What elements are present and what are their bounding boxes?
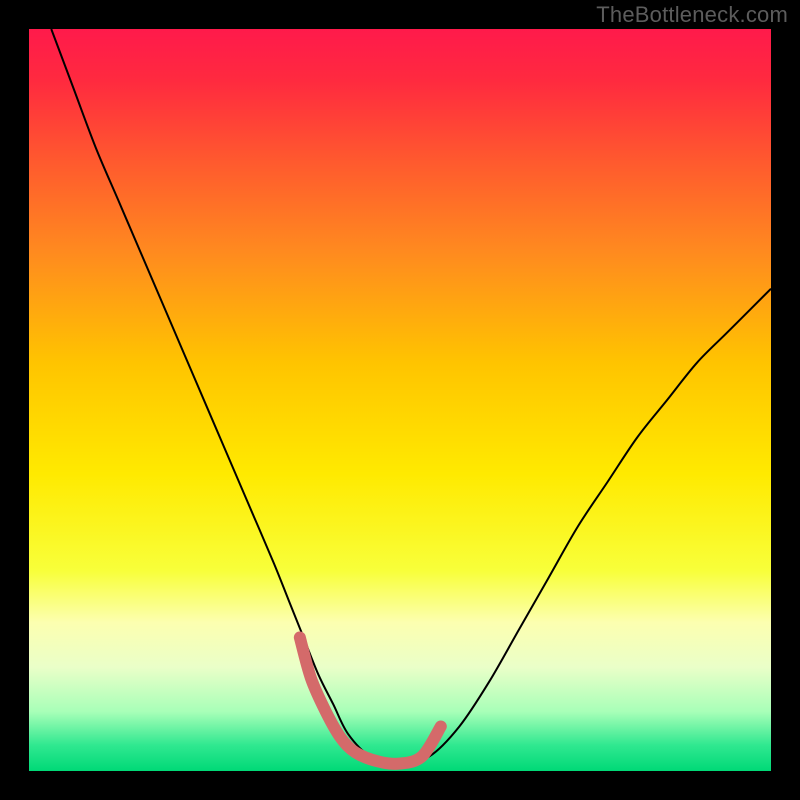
watermark-text: TheBottleneck.com [596, 2, 788, 28]
chart-frame: TheBottleneck.com [0, 0, 800, 800]
chart-background [29, 29, 771, 771]
chart-plot-area [29, 29, 771, 771]
chart-svg [29, 29, 771, 771]
